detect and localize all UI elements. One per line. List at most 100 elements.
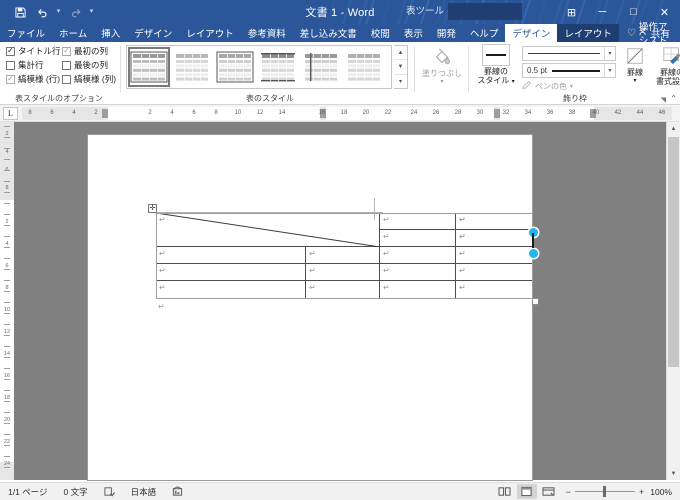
- shading-button[interactable]: 塗りつぶし ▾: [418, 44, 466, 92]
- table-cell[interactable]: ↵: [456, 213, 533, 230]
- table-cell[interactable]: ↵: [380, 247, 456, 264]
- table-cell[interactable]: ↵: [380, 264, 456, 281]
- tab-2[interactable]: 挿入: [94, 24, 127, 42]
- scroll-down-icon[interactable]: ▼: [667, 467, 680, 480]
- scroll-up-icon[interactable]: ▲: [667, 122, 680, 135]
- zoom-out-button[interactable]: −: [566, 487, 571, 497]
- checkbox-box[interactable]: [62, 74, 71, 84]
- customize-qat-icon[interactable]: ▾: [87, 2, 96, 22]
- chevron-down-icon[interactable]: ▾: [570, 83, 573, 90]
- accessibility-icon[interactable]: [164, 483, 191, 500]
- borders-dialog-launcher[interactable]: ◥: [661, 96, 666, 104]
- line-style-combo[interactable]: ▾: [522, 46, 616, 61]
- vertical-scrollbar[interactable]: ▲ ▼: [666, 122, 680, 480]
- vertical-ruler[interactable]: 246824681012141618202224: [0, 122, 14, 480]
- language-indicator[interactable]: 日本語: [123, 483, 165, 500]
- tab-4[interactable]: レイアウト: [179, 24, 241, 42]
- table-style-thumbnail[interactable]: [301, 48, 341, 86]
- page-count[interactable]: 1/1 ページ: [0, 483, 56, 500]
- tab-7[interactable]: 校閲: [364, 24, 397, 42]
- table-cell[interactable]: ↵: [380, 230, 456, 247]
- checkbox-header-row[interactable]: タイトル行: [6, 45, 61, 57]
- word-table[interactable]: ✛ ↵ ↵ ↵ ↵ ↵ ↵ ↵ ↵ ↵ ↵ ↵ ↵ ↵ ↵ ↵ ↵ ↵ ↵ ↵: [148, 204, 539, 305]
- table-move-handle-icon[interactable]: ✛: [148, 204, 157, 213]
- table-cell[interactable]: ↵: [380, 281, 456, 299]
- proofing-icon[interactable]: [96, 483, 123, 500]
- tab-stop-selector[interactable]: L: [3, 107, 18, 120]
- save-icon[interactable]: [10, 2, 30, 22]
- checkbox-first-column[interactable]: 最初の列: [62, 45, 108, 57]
- gallery-scroll-down-icon[interactable]: ▼: [394, 60, 407, 75]
- table-cell[interactable]: ↵: [156, 281, 306, 299]
- checkbox-box[interactable]: [62, 60, 71, 70]
- print-layout-icon[interactable]: [516, 484, 537, 499]
- collapse-ribbon-button[interactable]: ⌃: [670, 94, 677, 103]
- tab-12[interactable]: レイアウト: [557, 24, 619, 42]
- tab-3[interactable]: デザイン: [127, 24, 179, 42]
- checkbox-banded-rows[interactable]: 縞模様 (行): [6, 73, 60, 85]
- undo-icon[interactable]: [32, 2, 52, 22]
- chevron-down-icon[interactable]: ▾: [604, 47, 615, 60]
- checkbox-box[interactable]: [6, 60, 15, 70]
- read-mode-icon[interactable]: [495, 484, 515, 499]
- table-cell[interactable]: ↵: [306, 281, 380, 299]
- table-cell[interactable]: ↵: [456, 281, 533, 299]
- zoom-in-button[interactable]: +: [639, 487, 644, 497]
- horizontal-ruler[interactable]: 8 6 4 2 2 4 6 8 10 12 14 16 18 20 22 24 26 28 30 32 34 36 38 40…: [22, 107, 672, 120]
- gallery-more-icon[interactable]: ▾: [394, 75, 407, 88]
- table-style-thumbnail[interactable]: [258, 48, 298, 86]
- gallery-scroll-up-icon[interactable]: ▲: [394, 46, 407, 61]
- tab-1[interactable]: ホーム: [52, 24, 94, 42]
- border-style-button[interactable]: 罫線のスタイル 罫線のスタイル ▾: [474, 44, 518, 92]
- scrollbar-thumb[interactable]: [668, 137, 679, 367]
- chevron-down-icon[interactable]: ▾: [604, 64, 615, 77]
- table-cell[interactable]: ↵: [156, 264, 306, 281]
- line-weight-combo[interactable]: 0.5 pt ▾: [522, 63, 616, 78]
- tab-6[interactable]: 差し込み文書: [293, 24, 364, 42]
- table-cell[interactable]: ↵: [456, 247, 533, 264]
- checkbox-box[interactable]: [62, 46, 71, 56]
- table-cell[interactable]: ↵: [456, 264, 533, 281]
- checkbox-box[interactable]: [6, 46, 15, 56]
- document-page[interactable]: [88, 135, 532, 480]
- checkbox-banded-columns[interactable]: 縞模様 (列): [62, 73, 116, 85]
- share-button[interactable]: 共有: [635, 24, 674, 42]
- minimize-button[interactable]: ─: [587, 0, 618, 24]
- table-style-thumbnail[interactable]: [344, 48, 384, 86]
- undo-dropdown-icon[interactable]: ▾: [54, 2, 63, 22]
- table-cell-merged[interactable]: ↵: [156, 213, 380, 247]
- table-resize-handle-icon[interactable]: [532, 298, 539, 305]
- pen-color-button[interactable]: ペンの色 ▾: [522, 80, 573, 92]
- zoom-level[interactable]: 100%: [650, 487, 680, 497]
- ruler-column-marker[interactable]: [494, 109, 500, 118]
- checkbox-last-column[interactable]: 最後の列: [62, 59, 108, 71]
- chevron-down-icon[interactable]: ▾: [633, 77, 636, 86]
- tab-0[interactable]: ファイル: [0, 24, 52, 42]
- table-selection-handle[interactable]: [529, 249, 538, 258]
- tab-11[interactable]: デザイン: [505, 24, 558, 42]
- zoom-thumb[interactable]: [602, 486, 606, 497]
- web-layout-icon[interactable]: [539, 484, 559, 499]
- table-cell[interactable]: ↵: [306, 247, 380, 264]
- table-styles-gallery[interactable]: [126, 45, 392, 89]
- table-style-thumbnail[interactable]: [215, 48, 255, 86]
- zoom-track[interactable]: [574, 486, 635, 497]
- tab-10[interactable]: ヘルプ: [463, 24, 506, 42]
- borders-button[interactable]: 罫線 ▾: [620, 44, 650, 92]
- chevron-down-icon[interactable]: ▾: [440, 78, 443, 87]
- checkbox-box[interactable]: [6, 74, 15, 84]
- tab-8[interactable]: 表示: [397, 24, 430, 42]
- table-cell[interactable]: ↵: [456, 230, 533, 247]
- ruler-indent-marker[interactable]: [102, 109, 108, 118]
- tab-9[interactable]: 開発: [430, 24, 463, 42]
- table-cell[interactable]: ↵: [306, 264, 380, 281]
- ribbon-display-options-button[interactable]: ⊞: [556, 0, 587, 24]
- table-cell[interactable]: ↵: [380, 213, 456, 230]
- tab-5[interactable]: 参考資料: [241, 24, 293, 42]
- table-style-thumbnail[interactable]: [128, 47, 170, 87]
- zoom-slider[interactable]: − +: [560, 486, 651, 497]
- table-cell[interactable]: ↵: [156, 247, 306, 264]
- table-style-thumbnail[interactable]: [172, 48, 212, 86]
- word-count[interactable]: 0 文字: [56, 483, 96, 500]
- border-painter-button[interactable]: 罫線の 書式設定: [650, 44, 680, 94]
